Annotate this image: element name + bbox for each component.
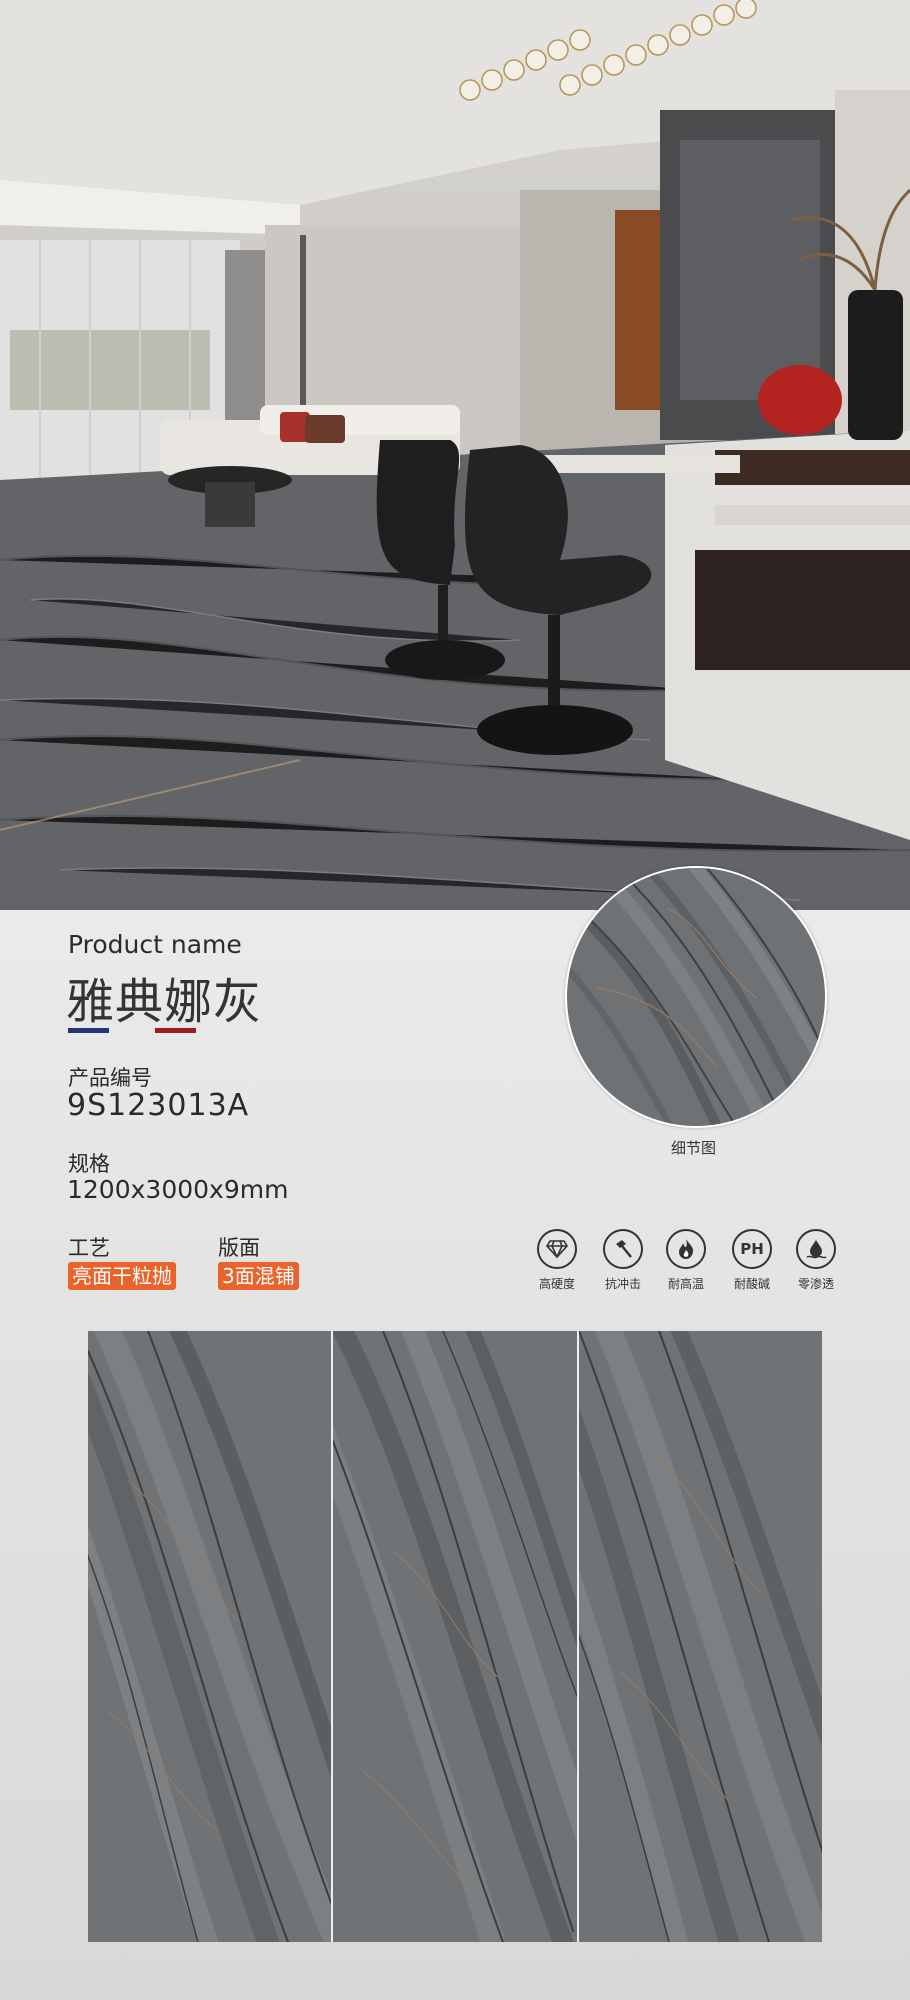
detail-image-caption: 细节图 <box>671 1139 717 1157</box>
hammer-icon <box>603 1229 643 1269</box>
feature-hardness: 高硬度 <box>527 1229 587 1292</box>
feature-label: 抗冲击 <box>604 1277 641 1291</box>
craft-label: 工艺 <box>68 1236 110 1260</box>
marble-slab <box>578 1331 822 1942</box>
spec-value: 1200x3000x9mm <box>67 1175 289 1204</box>
feature-label: 耐酸碱 <box>733 1277 770 1291</box>
product-code: 9S123013A <box>67 1088 250 1123</box>
feature-acid-alkali: PH 耐酸碱 <box>722 1229 782 1292</box>
ph-icon: PH <box>732 1229 772 1269</box>
marble-slab <box>333 1331 577 1942</box>
craft-badge: 亮面干粒抛 <box>68 1262 176 1290</box>
interior-scene-illustration <box>0 0 910 910</box>
tricolor-divider <box>68 1028 198 1033</box>
marble-slab <box>88 1331 332 1942</box>
marble-detail-image <box>565 866 827 1128</box>
diamond-icon <box>537 1229 577 1269</box>
product-name-label: Product name <box>68 930 242 959</box>
feature-label: 耐高温 <box>667 1277 704 1291</box>
marble-slab-layout <box>88 1331 822 1942</box>
feature-label: 高硬度 <box>538 1277 575 1291</box>
face-badge: 3面混铺 <box>218 1262 299 1290</box>
face-label: 版面 <box>218 1236 260 1260</box>
feature-label: 零渗透 <box>797 1277 834 1291</box>
water-drop-icon <box>796 1229 836 1269</box>
spec-label: 规格 <box>68 1152 110 1176</box>
feature-waterproof: 零渗透 <box>786 1229 846 1292</box>
product-name: 雅典娜灰 <box>66 974 263 1030</box>
hero-interior-photo <box>0 0 910 910</box>
flame-icon <box>666 1229 706 1269</box>
feature-impact: 抗冲击 <box>593 1229 653 1292</box>
feature-heat: 耐高温 <box>656 1229 716 1292</box>
